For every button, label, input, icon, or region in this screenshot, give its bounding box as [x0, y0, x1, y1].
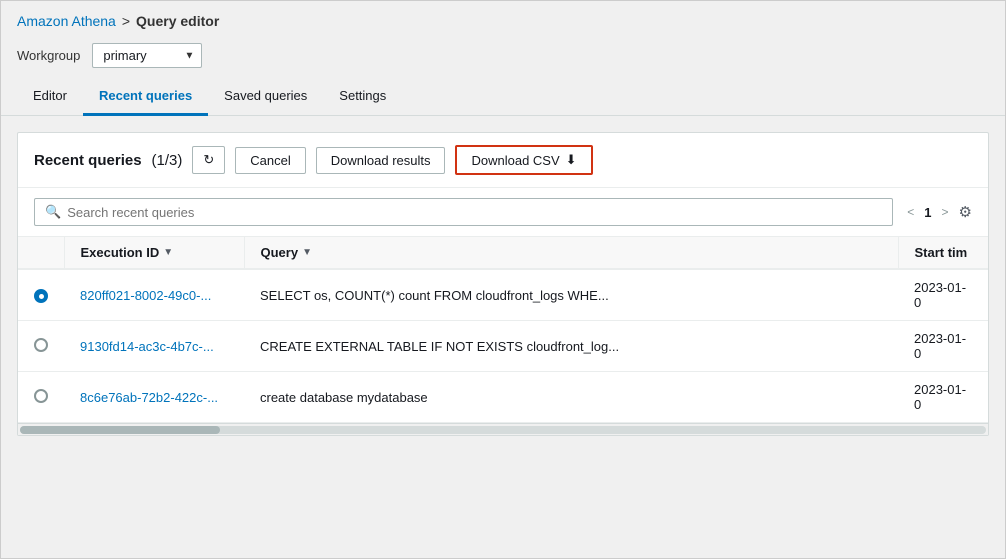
table-row: 9130fd14-ac3c-4b7c-... CREATE EXTERNAL T…	[18, 321, 988, 372]
row-select-1[interactable]	[18, 269, 64, 321]
panel-count: (1/3)	[152, 152, 183, 169]
download-csv-label: Download CSV	[471, 153, 559, 168]
row-select-3[interactable]	[18, 372, 64, 423]
prev-page-button[interactable]: <	[903, 203, 918, 221]
tab-saved-queries[interactable]: Saved queries	[208, 78, 323, 116]
start-time-1: 2023-01-0	[898, 269, 988, 321]
current-page: 1	[924, 205, 931, 220]
execution-id-1[interactable]: 820ff021-8002-49c0-...	[64, 269, 244, 321]
table-container: Execution ID ▼ Query ▼ S	[18, 237, 988, 423]
breadcrumb-separator: >	[122, 13, 130, 29]
download-csv-button[interactable]: Download CSV ⬇	[455, 145, 592, 175]
sort-arrow-query[interactable]: ▼	[302, 247, 312, 258]
table-header-row: Execution ID ▼ Query ▼ S	[18, 237, 988, 269]
col-header-start-time: Start tim	[898, 237, 988, 269]
results-table: Execution ID ▼ Query ▼ S	[18, 237, 988, 423]
next-page-button[interactable]: >	[938, 203, 953, 221]
cancel-button[interactable]: Cancel	[235, 147, 305, 174]
scrollbar-thumb[interactable]	[20, 426, 220, 434]
panel-title: Recent queries	[34, 152, 142, 169]
tab-editor[interactable]: Editor	[17, 78, 83, 116]
execution-id-3[interactable]: 8c6e76ab-72b2-422c-...	[64, 372, 244, 423]
panel-header: Recent queries (1/3) ↻ Cancel Download r…	[18, 133, 988, 188]
search-input[interactable]	[67, 205, 882, 220]
tab-recent-queries[interactable]: Recent queries	[83, 78, 208, 116]
table-settings-button[interactable]: ⚙	[959, 203, 972, 221]
breadcrumb: Amazon Athena > Query editor	[1, 1, 1005, 37]
col-header-execution-id: Execution ID ▼	[64, 237, 244, 269]
query-text-2: CREATE EXTERNAL TABLE IF NOT EXISTS clou…	[244, 321, 898, 372]
search-icon: 🔍	[45, 204, 61, 220]
row-select-2[interactable]	[18, 321, 64, 372]
breadcrumb-app-link[interactable]: Amazon Athena	[17, 13, 116, 29]
horizontal-scrollbar[interactable]	[18, 423, 988, 435]
main-panel: Recent queries (1/3) ↻ Cancel Download r…	[17, 132, 989, 436]
start-time-3: 2023-01-0	[898, 372, 988, 423]
execution-id-2[interactable]: 9130fd14-ac3c-4b7c-...	[64, 321, 244, 372]
scrollbar-track	[20, 426, 986, 434]
download-csv-icon: ⬇	[566, 152, 577, 168]
tab-settings[interactable]: Settings	[323, 78, 402, 116]
sort-arrow-execution-id[interactable]: ▼	[163, 247, 173, 258]
breadcrumb-current-page: Query editor	[136, 13, 219, 29]
app-window: Amazon Athena > Query editor Workgroup p…	[0, 0, 1006, 559]
workgroup-select[interactable]: primary secondary	[92, 43, 202, 68]
col-header-query: Query ▼	[244, 237, 898, 269]
query-text-3: create database mydatabase	[244, 372, 898, 423]
workgroup-label: Workgroup	[17, 48, 80, 63]
radio-selected-icon	[34, 289, 48, 303]
radio-unselected-icon	[34, 338, 48, 352]
pagination: < 1 > ⚙	[903, 203, 972, 221]
search-box: 🔍	[34, 198, 893, 226]
refresh-button[interactable]: ↻	[192, 146, 225, 174]
workgroup-row: Workgroup primary secondary ▼	[1, 37, 1005, 78]
tabs-bar: Editor Recent queries Saved queries Sett…	[1, 78, 1005, 116]
radio-unselected-icon	[34, 389, 48, 403]
download-results-button[interactable]: Download results	[316, 147, 446, 174]
search-row: 🔍 < 1 > ⚙	[18, 188, 988, 237]
start-time-2: 2023-01-0	[898, 321, 988, 372]
query-text-1: SELECT os, COUNT(*) count FROM cloudfron…	[244, 269, 898, 321]
table-row: 820ff021-8002-49c0-... SELECT os, COUNT(…	[18, 269, 988, 321]
workgroup-select-wrapper: primary secondary ▼	[92, 43, 202, 68]
table-row: 8c6e76ab-72b2-422c-... create database m…	[18, 372, 988, 423]
col-header-select	[18, 237, 64, 269]
